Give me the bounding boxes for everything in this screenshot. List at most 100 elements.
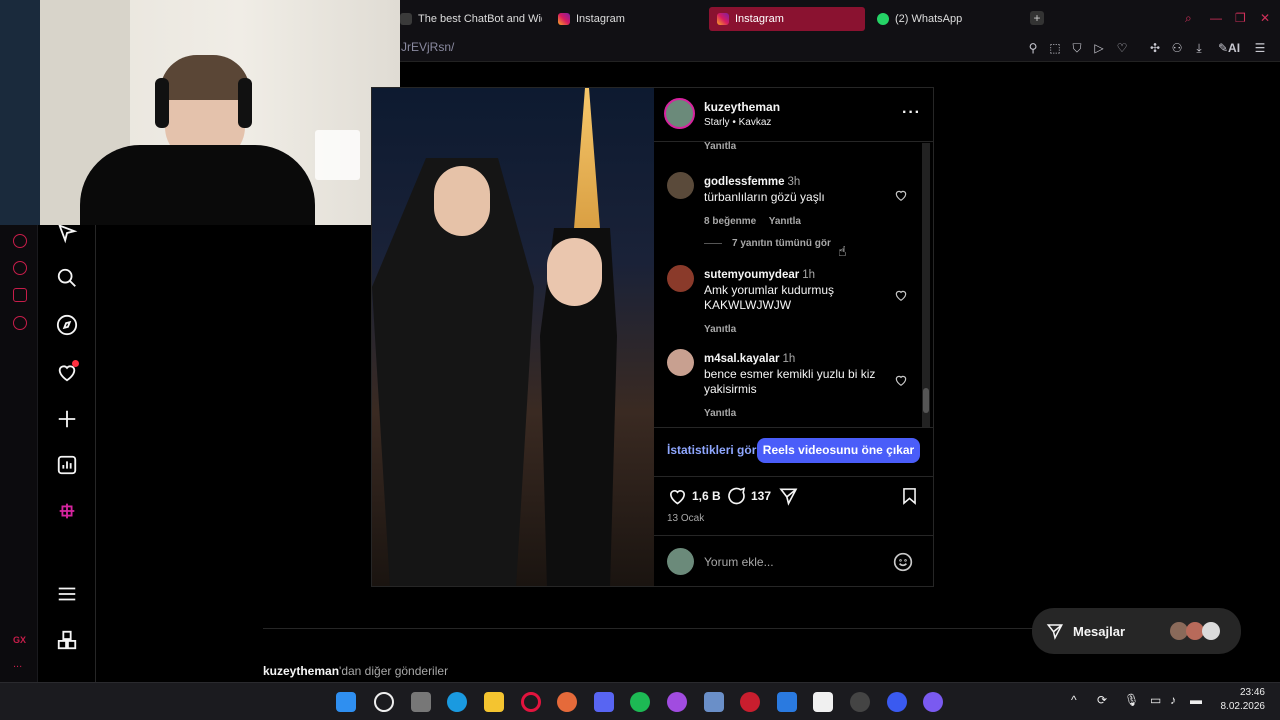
- webcam-headphone-right: [238, 78, 252, 128]
- top-reply-link[interactable]: Yanıtla: [704, 141, 736, 152]
- download-icon[interactable]: ⤓: [1191, 40, 1207, 56]
- discord-icon[interactable]: [594, 692, 614, 712]
- comment-reply-link[interactable]: Yanıtla: [704, 408, 736, 419]
- sidebar-more-icon[interactable]: ...: [13, 658, 22, 670]
- more-posts-heading: kuzeytheman'dan diğer gönderiler: [263, 664, 448, 678]
- comment-reply-link[interactable]: Yanıtla: [704, 324, 736, 335]
- clock-date[interactable]: 8.02.2026: [1215, 701, 1266, 712]
- dev-app-icon[interactable]: [777, 692, 797, 712]
- gx-label[interactable]: GX: [13, 635, 26, 645]
- settings-gear-icon[interactable]: [13, 316, 27, 330]
- tab-instagram-active[interactable]: Instagram: [709, 7, 865, 31]
- shield-icon[interactable]: ⛉: [1069, 40, 1085, 56]
- microphone-app-icon[interactable]: [557, 692, 577, 712]
- comment-input[interactable]: Yorum ekle...: [704, 555, 774, 569]
- comment-reply-link[interactable]: Yanıtla: [769, 216, 801, 227]
- audio-info[interactable]: Starly • Kavkaz: [704, 117, 771, 128]
- commenter-avatar[interactable]: [667, 265, 694, 292]
- post-image[interactable]: [372, 88, 654, 586]
- scrollbar-thumb[interactable]: [923, 388, 929, 413]
- store-icon[interactable]: [813, 692, 833, 712]
- more-menu-icon[interactable]: [56, 583, 78, 605]
- extensions-sidebar-icon[interactable]: [13, 288, 27, 302]
- commenter-avatar[interactable]: [667, 349, 694, 376]
- tab-instagram-1[interactable]: Instagram: [550, 7, 700, 31]
- more-options-icon[interactable]: ···: [902, 104, 921, 122]
- notification-dot: [72, 360, 79, 367]
- author-avatar[interactable]: [664, 98, 695, 129]
- pin-icon[interactable]: ⚲: [1025, 40, 1041, 56]
- windows-start-icon[interactable]: [336, 692, 356, 712]
- comment-username[interactable]: godlessfemme: [704, 176, 785, 188]
- comment-count[interactable]: 137: [751, 489, 771, 503]
- more-posts-username[interactable]: kuzeytheman: [263, 664, 339, 678]
- minimize-button[interactable]: —: [1210, 11, 1222, 25]
- edge-icon[interactable]: [447, 692, 467, 712]
- network-app-icon[interactable]: [704, 692, 724, 712]
- messenger-app-icon[interactable]: [923, 692, 943, 712]
- heart-bookmark-icon[interactable]: ♡: [1114, 40, 1130, 56]
- comment-icon[interactable]: [726, 486, 747, 506]
- comment-like-icon[interactable]: [894, 288, 908, 302]
- share-icon[interactable]: [778, 486, 799, 506]
- menu-icon[interactable]: ☰: [1252, 40, 1268, 56]
- assistant-app-icon[interactable]: [887, 692, 907, 712]
- file-explorer-icon[interactable]: [484, 692, 504, 712]
- boost-reel-button[interactable]: Reels videosunu öne çıkar: [757, 438, 920, 463]
- create-icon[interactable]: [56, 408, 78, 430]
- emoji-icon[interactable]: [893, 552, 913, 572]
- tab-chatbot[interactable]: The best ChatBot and Wid: [392, 7, 542, 31]
- actions-divider: [654, 476, 933, 477]
- new-tab-button[interactable]: +: [1030, 11, 1044, 25]
- extensions-icon[interactable]: ✣: [1147, 40, 1163, 56]
- clock-time[interactable]: 23:46: [1227, 687, 1265, 698]
- snapshot-icon[interactable]: ⬚: [1047, 40, 1063, 56]
- save-bookmark-icon[interactable]: [900, 486, 919, 506]
- comment-like-icon[interactable]: [894, 188, 908, 202]
- comment-likes[interactable]: 8 beğenme: [704, 216, 756, 227]
- search-icon[interactable]: [56, 267, 78, 289]
- comment-username[interactable]: m4sal.kayalar: [704, 353, 779, 365]
- sync-icon[interactable]: ⟳: [1097, 693, 1107, 707]
- own-avatar[interactable]: [667, 548, 694, 575]
- search-taskbar-icon[interactable]: [374, 692, 394, 712]
- play-icon[interactable]: ▷: [1091, 40, 1107, 56]
- search-tabs-icon[interactable]: ⌕: [1185, 11, 1192, 26]
- task-view-icon[interactable]: [411, 692, 431, 712]
- player-icon[interactable]: [13, 234, 27, 248]
- url-text[interactable]: JrEVjRsn/: [401, 40, 454, 54]
- media-app-icon[interactable]: [740, 692, 760, 712]
- meta-ai-icon[interactable]: [56, 500, 78, 522]
- mic-tray-icon[interactable]: 🎙: [1124, 693, 1139, 707]
- comments-scrollbar[interactable]: [922, 143, 930, 428]
- like-icon[interactable]: [667, 486, 688, 506]
- tab-whatsapp[interactable]: (2) WhatsApp: [869, 7, 1019, 31]
- spotify-icon[interactable]: [630, 692, 650, 712]
- tray-overflow-icon[interactable]: ^: [1071, 693, 1077, 707]
- network-tray-icon[interactable]: ▭: [1150, 693, 1161, 707]
- battery-icon[interactable]: ▬: [1190, 693, 1202, 707]
- obs-icon[interactable]: [850, 692, 870, 712]
- volume-icon[interactable]: ♪: [1170, 693, 1176, 707]
- threads-apps-icon[interactable]: [56, 629, 78, 651]
- explore-icon[interactable]: [56, 314, 78, 336]
- ai-button[interactable]: ✎AI: [1216, 40, 1242, 56]
- commenter-avatar[interactable]: [667, 172, 694, 199]
- messages-button[interactable]: Mesajlar: [1032, 608, 1241, 654]
- profile-icon[interactable]: ⚇: [1169, 40, 1185, 56]
- notifications-heart-icon[interactable]: [56, 360, 79, 383]
- like-count[interactable]: 1,6 B: [692, 489, 721, 503]
- author-username[interactable]: kuzeytheman: [704, 100, 780, 114]
- comment-username[interactable]: sutemyoumydear: [704, 269, 799, 281]
- view-insights-button[interactable]: İstatistikleri gör: [667, 443, 756, 457]
- maximize-button[interactable]: ❐: [1235, 11, 1246, 25]
- opera-gx-icon[interactable]: [521, 692, 541, 712]
- comments-divider: [654, 427, 933, 428]
- view-replies-link[interactable]: 7 yanıtın tümünü gör: [732, 238, 831, 249]
- comment-like-icon[interactable]: [894, 373, 908, 387]
- chat-app-icon[interactable]: [667, 692, 687, 712]
- history-icon[interactable]: [13, 261, 27, 275]
- insights-icon[interactable]: [56, 454, 78, 476]
- reels-icon[interactable]: [56, 222, 78, 244]
- close-window-button[interactable]: ✕: [1260, 11, 1270, 25]
